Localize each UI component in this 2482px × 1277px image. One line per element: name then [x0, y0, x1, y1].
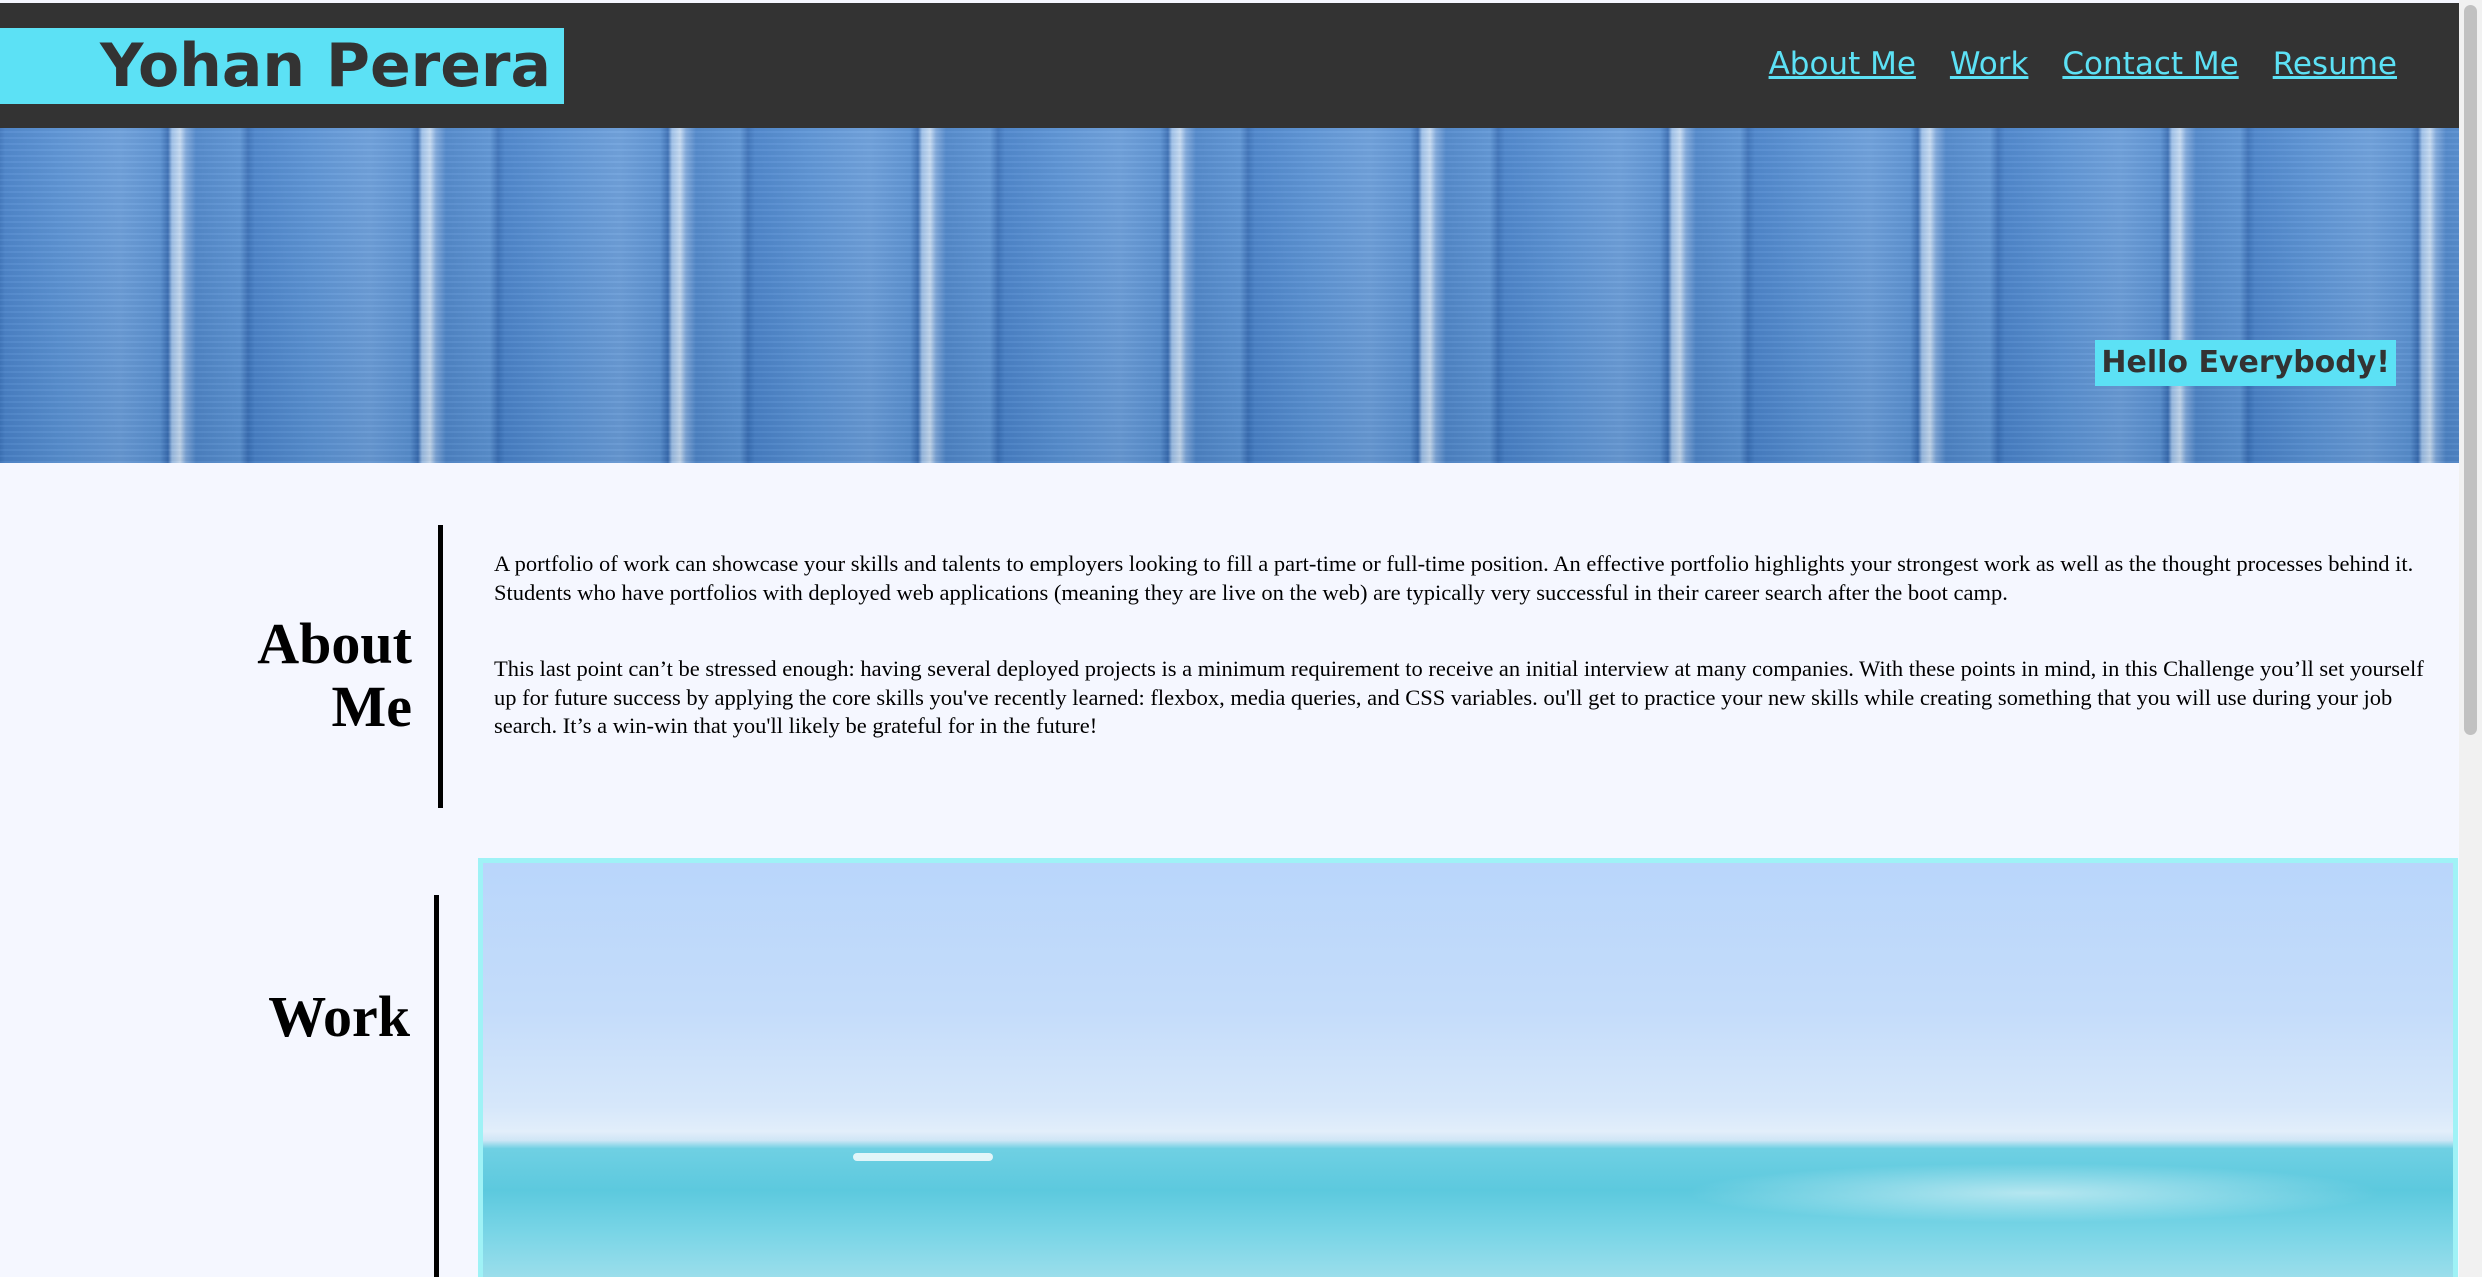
about-divider [438, 525, 443, 808]
site-title: Yohan Perera [100, 31, 551, 101]
nav-link-resume[interactable]: Resume [2273, 46, 2397, 83]
wave-foam [853, 1153, 993, 1161]
wave-splash [1683, 1163, 2383, 1223]
about-paragraph: This last point can’t be stressed enough… [494, 656, 2424, 738]
nav-link-contact-me[interactable]: Contact Me [2062, 46, 2238, 83]
page-scrollbar[interactable] [2459, 0, 2482, 1277]
about-me-content: A portfolio of work can showcase your sk… [494, 550, 2434, 741]
about-heading-line2: Me [331, 674, 413, 739]
about-me-heading: About Me [180, 612, 412, 738]
wood-fence-texture [0, 128, 2459, 463]
main-nav: About Me Work Contact Me Resume [1769, 46, 2397, 83]
brand-banner: Yohan Perera [0, 28, 564, 104]
about-heading-line1: About [257, 611, 412, 676]
greeting-badge: Hello Everybody! [2095, 340, 2396, 386]
beach-image [483, 863, 2453, 1277]
hero-banner: Hello Everybody! [0, 128, 2459, 463]
site-header: Yohan Perera About Me Work Contact Me Re… [0, 3, 2459, 128]
nav-link-about-me[interactable]: About Me [1769, 46, 1916, 83]
work-project-card[interactable] [478, 858, 2458, 1277]
work-heading: Work [268, 984, 410, 1049]
scrollbar-thumb[interactable] [2464, 5, 2477, 735]
greeting-text: Hello Everybody! [2101, 345, 2390, 380]
work-divider [434, 895, 439, 1277]
about-paragraph: A portfolio of work can showcase your sk… [494, 551, 2414, 605]
nav-link-work[interactable]: Work [1950, 46, 2029, 83]
